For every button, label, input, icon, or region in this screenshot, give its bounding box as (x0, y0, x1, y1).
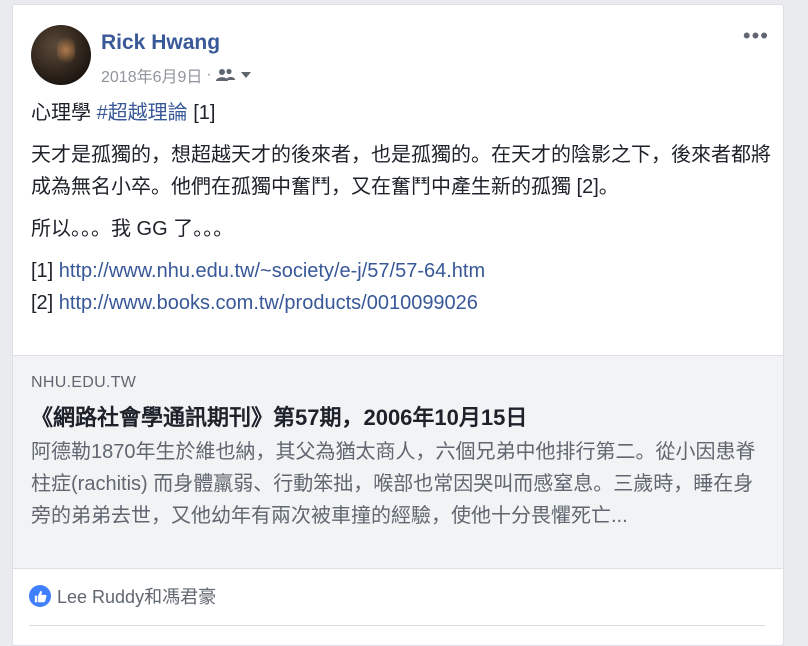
more-options-button[interactable]: ••• (743, 25, 769, 47)
meta-separator: · (206, 66, 212, 83)
preview-domain: NHU.EDU.TW (31, 374, 137, 391)
ref-label: [2] (31, 292, 59, 314)
ref-label: [1] (31, 260, 59, 282)
reactions-summary[interactable]: Lee Ruddy和馮君豪 (29, 583, 216, 609)
post-line-1: 心理學 #超越理論 [1] (31, 97, 771, 129)
author-name[interactable]: Rick Hwang (101, 31, 220, 55)
author-avatar[interactable] (31, 25, 91, 85)
post-meta: 2018年6月9日 · (101, 63, 252, 87)
post-date[interactable]: 2018年6月9日 (101, 63, 202, 87)
like-icon (29, 585, 51, 607)
friends-icon[interactable] (215, 68, 236, 82)
reference-link-1[interactable]: http://www.nhu.edu.tw/~society/e-j/57/57… (59, 260, 485, 282)
divider (29, 625, 765, 626)
preview-title[interactable]: 《網路社會學通訊期刊》第57期，2006年10月15日 (31, 400, 771, 432)
text-prefix: 心理學 (31, 102, 97, 124)
post-line-2: 天才是孤獨的，想超越天才的後來者，也是孤獨的。在天才的陰影之下，後來者都將成為無… (31, 144, 771, 198)
chevron-down-icon[interactable] (240, 70, 252, 80)
reference-link-2[interactable]: http://www.books.com.tw/products/0010099… (59, 292, 478, 314)
preview-description: 阿德勒1870年生於維也納，其父為猶太商人，六個兄弟中他排行第二。從小因患脊柱症… (31, 441, 756, 527)
post-body: 心理學 #超越理論 [1] 天才是孤獨的，想超越天才的後來者，也是孤獨的。在天才… (31, 97, 771, 319)
text-suffix: [1] (187, 102, 216, 124)
reference-2: [2] http://www.books.com.tw/products/001… (31, 287, 771, 319)
link-preview[interactable]: NHU.EDU.TW 《網路社會學通訊期刊》第57期，2006年10月15日 阿… (13, 355, 783, 569)
reference-1: [1] http://www.nhu.edu.tw/~society/e-j/5… (31, 255, 771, 287)
hashtag-link[interactable]: #超越理論 (97, 102, 188, 124)
post-card: Rick Hwang 2018年6月9日 · ••• 心理學 #超越理論 [1]… (12, 4, 784, 646)
reactions-text: Lee Ruddy和馮君豪 (57, 587, 217, 607)
post-line-3: 所以。。。我 GG 了。。。 (31, 218, 234, 240)
